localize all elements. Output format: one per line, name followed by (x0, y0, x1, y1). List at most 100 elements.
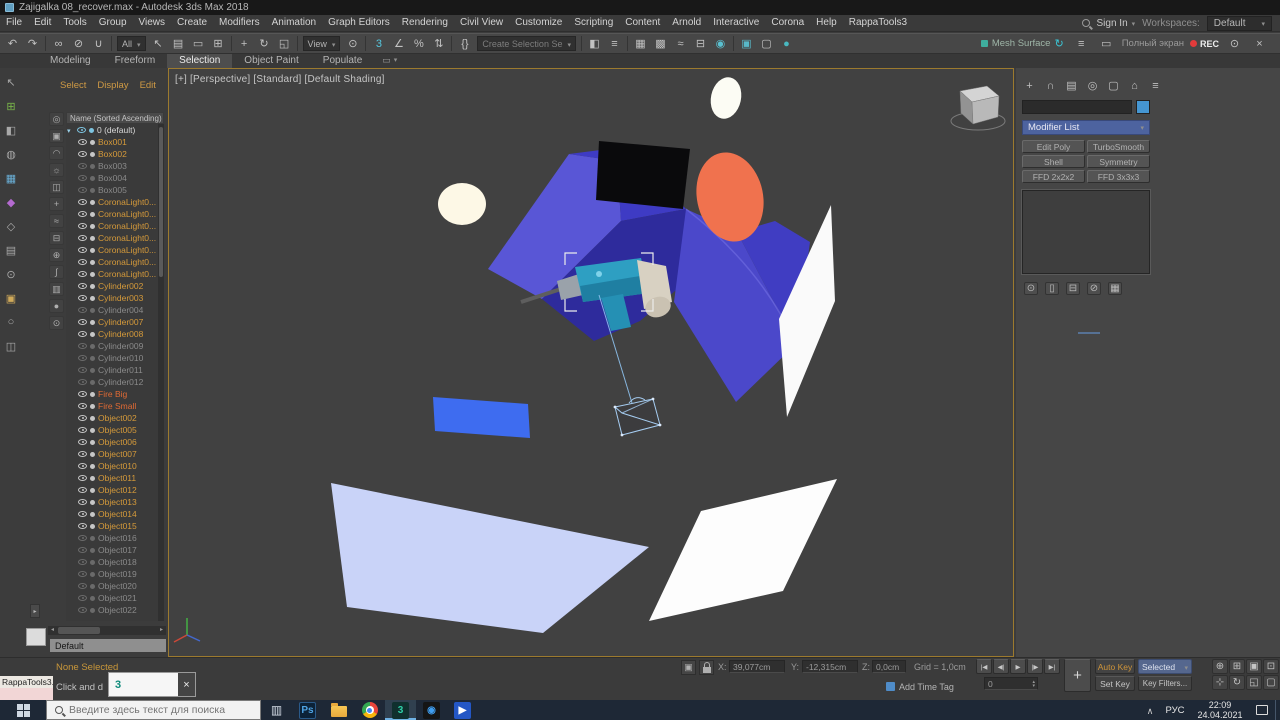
select-and-scale-icon[interactable]: ◱ (275, 35, 294, 53)
menu-modifiers[interactable]: Modifiers (213, 15, 266, 31)
explorer-item-fire-big[interactable]: Fire Big (66, 388, 158, 400)
previous-frame-button[interactable]: ◀| (993, 659, 1009, 674)
scroll-left-icon[interactable] (49, 626, 56, 635)
visibility-eye-icon[interactable] (78, 463, 87, 469)
filter-containers-icon[interactable]: ▥ (49, 282, 64, 296)
menu-file[interactable]: File (0, 15, 28, 31)
explorer-item-object018[interactable]: Object018 (66, 556, 158, 568)
explorer-item-box005[interactable]: Box005 (66, 184, 158, 196)
explorer-item-object016[interactable]: Object016 (66, 532, 158, 544)
select-by-name-icon[interactable]: ▤ (169, 35, 188, 53)
scroll-right-icon[interactable] (158, 626, 165, 635)
filter-shapes-icon[interactable]: ◠ (49, 146, 64, 160)
selected-helper-object[interactable] (613, 397, 662, 437)
show-end-result-icon[interactable]: ▯ (1045, 282, 1059, 295)
menu-help[interactable]: Help (810, 15, 843, 31)
visibility-eye-icon[interactable] (77, 127, 86, 133)
menu-views[interactable]: Views (133, 15, 172, 31)
bind-to-spacewarp-icon[interactable]: ∪ (89, 35, 108, 53)
sign-in-dropdown[interactable]: Sign In (1097, 18, 1136, 29)
explorer-item-coronalight0[interactable]: CoronaLight0... (66, 244, 158, 256)
select-and-move-icon[interactable]: + (235, 35, 254, 53)
modifier-list-dropdown[interactable]: Modifier List (1022, 120, 1150, 135)
menu-interactive[interactable]: Interactive (707, 15, 765, 31)
visibility-eye-icon[interactable] (78, 223, 87, 229)
viewport[interactable]: [+] [Perspective] [Standard] [Default Sh… (168, 68, 1014, 657)
play-button[interactable]: ▶ (1010, 659, 1026, 674)
key-filters-button[interactable]: Key Filters... (1138, 676, 1192, 691)
collapse-arrow-icon[interactable] (67, 125, 74, 135)
dock-tool-icon-12[interactable]: ◫ (3, 338, 20, 354)
current-frame-field[interactable]: 0 (984, 677, 1038, 690)
select-and-link-icon[interactable]: ∞ (49, 35, 68, 53)
named-selection-sets-icon[interactable]: {} (455, 35, 474, 53)
utilities-tab-icon[interactable]: ⌂ (1127, 78, 1142, 93)
explorer-item-cylinder004[interactable]: Cylinder004 (66, 304, 158, 316)
z-coordinate-field[interactable]: 0,0cm (872, 660, 906, 673)
modifier-preset-ffd-3x3x3[interactable]: FFD 3x3x3 (1087, 170, 1150, 183)
taskbar-clock[interactable]: 22:09 24.04.2021 (1191, 700, 1249, 720)
pin-stack-icon[interactable]: ⊙ (1024, 282, 1038, 295)
menu-animation[interactable]: Animation (266, 15, 322, 31)
menu-scripting[interactable]: Scripting (568, 15, 619, 31)
explorer-item-cylinder008[interactable]: Cylinder008 (66, 328, 158, 340)
explorer-item-box001[interactable]: Box001 (66, 136, 158, 148)
visibility-eye-icon[interactable] (78, 247, 87, 253)
explorer-item-cylinder002[interactable]: Cylinder002 (66, 280, 158, 292)
ribbon-tab-selection[interactable]: Selection (167, 54, 233, 68)
render-setup-icon[interactable]: ▣ (737, 35, 756, 53)
mirror-icon[interactable]: ◧ (585, 35, 604, 53)
visibility-eye-icon[interactable] (78, 415, 87, 421)
visibility-eye-icon[interactable] (78, 535, 87, 541)
filter-spacewarps-icon[interactable]: ≈ (49, 214, 64, 228)
taskbar-search[interactable] (46, 700, 261, 720)
visibility-eye-icon[interactable] (78, 571, 87, 577)
visibility-eye-icon[interactable] (78, 595, 87, 601)
explorer-item-object011[interactable]: Object011 (66, 472, 158, 484)
visibility-eye-icon[interactable] (78, 175, 87, 181)
maxscript-mini-listener[interactable]: RappaTools3. (0, 676, 53, 688)
dock-tool-icon-3[interactable]: ◧ (3, 122, 20, 138)
configure-rollouts-icon[interactable]: ≡ (1148, 78, 1163, 93)
menu-civil-view[interactable]: Civil View (454, 15, 509, 31)
make-unique-icon[interactable]: ⊟ (1066, 282, 1080, 295)
explorer-item-coronalight0[interactable]: CoronaLight0... (66, 220, 158, 232)
explorer-item-object022[interactable]: Object022 (66, 604, 158, 616)
black-plane-mesh[interactable] (596, 141, 690, 209)
explorer-root-row[interactable]: 0 (default) (66, 124, 158, 136)
explorer-menu-edit[interactable]: Edit (140, 80, 156, 91)
modifier-preset-turbosmooth[interactable]: TurboSmooth (1087, 140, 1150, 153)
explorer-item-coronalight0[interactable]: CoronaLight0... (66, 256, 158, 268)
filter-groups-icon[interactable]: ⊟ (49, 231, 64, 245)
visibility-eye-icon[interactable] (78, 271, 87, 277)
spinner-arrows-icon[interactable] (1032, 680, 1035, 688)
scrollbar-thumb[interactable] (58, 627, 100, 634)
angle-snap-icon[interactable]: ∠ (389, 35, 408, 53)
dock-tool-icon-2[interactable]: ⊞ (3, 98, 20, 114)
unlink-selection-icon[interactable]: ⊘ (69, 35, 88, 53)
isolate-selection-toggle-icon[interactable]: ▣ (681, 660, 696, 675)
menu-edit[interactable]: Edit (28, 15, 57, 31)
auto-key-button[interactable]: Auto Key (1095, 659, 1135, 674)
x-coordinate-field[interactable]: 39,077cm (729, 660, 785, 673)
object-name-field[interactable] (1022, 100, 1132, 114)
periwinkle-plane-mesh[interactable] (331, 483, 649, 633)
visibility-eye-icon[interactable] (78, 295, 87, 301)
tray-expand-icon[interactable] (1141, 701, 1159, 719)
visibility-eye-icon[interactable] (78, 547, 87, 553)
visibility-eye-icon[interactable] (78, 451, 87, 457)
redo-icon[interactable]: ↷ (23, 35, 42, 53)
filter-xrefs-icon[interactable]: ⊕ (49, 248, 64, 262)
zoom-extents-icon[interactable]: ▣ (1246, 659, 1262, 674)
ribbon-tab-freeform[interactable]: Freeform (103, 54, 168, 68)
go-to-end-button[interactable]: ▶| (1044, 659, 1060, 674)
explorer-item-box003[interactable]: Box003 (66, 160, 158, 172)
active-layer-tab[interactable]: Default (50, 639, 166, 652)
explorer-item-object002[interactable]: Object002 (66, 412, 158, 424)
select-object-icon[interactable]: ↖ (149, 35, 168, 53)
explorer-item-coronalight0[interactable]: CoronaLight0... (66, 196, 158, 208)
curve-editor-icon[interactable]: ≈ (671, 35, 690, 53)
explorer-item-fire-small[interactable]: Fire Small (66, 400, 158, 412)
create-selection-set-dropdown[interactable]: Create Selection Se (477, 36, 576, 51)
dock-tool-icon-6[interactable]: ◆ (3, 194, 20, 210)
